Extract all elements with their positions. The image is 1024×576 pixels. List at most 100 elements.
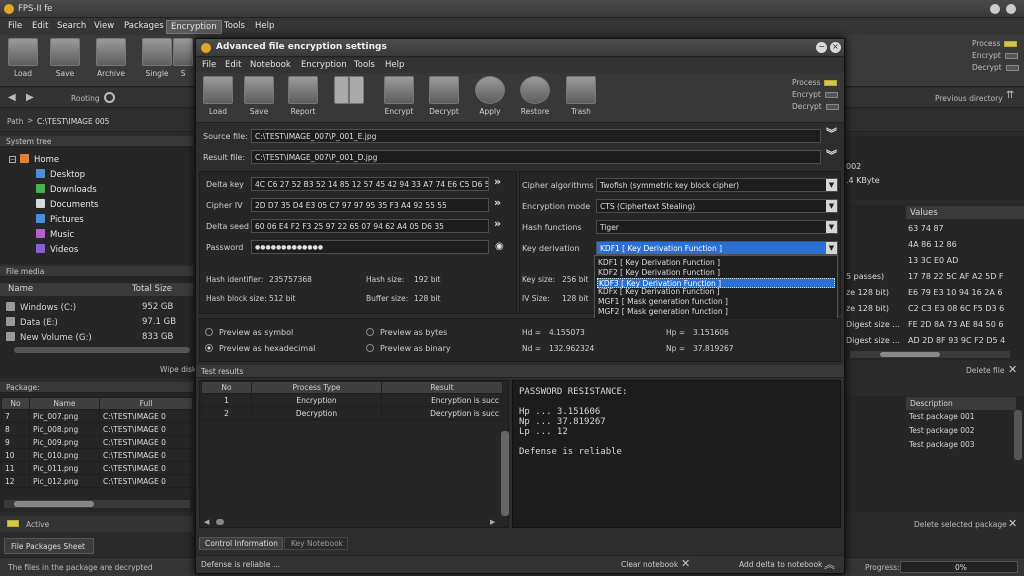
package-row[interactable]: 12Pic_012.pngC:\TEST\IMAGE 0 <box>2 475 193 488</box>
values-row[interactable]: Digest size ...FE 2D 8A 73 AE 84 50 6 <box>846 318 1012 332</box>
values-row[interactable]: 13 3C E0 AD <box>846 254 1012 268</box>
main-save-button[interactable]: Save <box>44 38 86 78</box>
dialog-menu-notebook[interactable]: Notebook <box>246 59 295 71</box>
tree-collapse-icon[interactable]: − <box>9 156 16 163</box>
cipher-iv-field[interactable]: 2D D7 35 D4 E3 05 C7 97 97 95 35 F3 A4 9… <box>251 198 489 212</box>
main-menu-packages[interactable]: Packages <box>120 20 168 32</box>
result-expand-icon[interactable]: ︾ <box>826 147 837 163</box>
test-col-no[interactable]: No <box>202 382 252 394</box>
delete-package-icon[interactable]: ✕ <box>1008 517 1017 530</box>
values-row[interactable]: 5 passes)17 78 22 5C AF A2 5D F <box>846 270 1012 284</box>
description-row[interactable]: Test package 002 <box>909 426 975 435</box>
encryption-mode-select[interactable]: CTS (Ciphertext Stealing)▼ <box>596 199 838 213</box>
result-file-field[interactable]: C:\TEST\IMAGE_007\P_001_D.jpg <box>251 150 821 164</box>
tree-item-music[interactable]: Music <box>36 229 74 240</box>
dialog-menu-encryption[interactable]: Encryption <box>297 59 351 71</box>
dialog-menu-file[interactable]: File <box>198 59 220 71</box>
tab-control-information[interactable]: Control Information <box>199 537 283 550</box>
values-row[interactable]: 63 74 87 <box>846 222 1012 236</box>
description-header[interactable]: Description <box>906 397 1016 410</box>
dialog-menu-tools[interactable]: Tools <box>350 59 379 71</box>
tree-item-home[interactable]: Home <box>20 154 59 165</box>
main-menu-view[interactable]: View <box>90 20 118 32</box>
package-row[interactable]: 8Pic_008.pngC:\TEST\IMAGE 0 <box>2 423 193 436</box>
package-row[interactable]: 9Pic_009.pngC:\TEST\IMAGE 0 <box>2 436 193 449</box>
dialog-restore-button[interactable]: Restore <box>514 76 556 116</box>
file-packages-tab[interactable]: File Packages Sheet <box>4 538 94 554</box>
key-derivation-option[interactable]: MGF1 [ Mask generation function ] <box>597 297 835 307</box>
delete-file-label[interactable]: Delete file <box>966 366 1004 375</box>
description-row[interactable]: Test package 003 <box>909 440 975 449</box>
password-field[interactable]: ●●●●●●●●●●●●● <box>251 240 489 254</box>
preview-symbol-radio[interactable]: Preview as symbol <box>205 328 293 337</box>
rooting-icon[interactable] <box>104 92 115 103</box>
key-derivation-option[interactable]: MGF2 [ Mask generation function ] <box>597 307 835 317</box>
show-password-eye-icon[interactable]: ◉ <box>495 241 504 252</box>
forward-arrow-icon[interactable]: ▶ <box>26 92 34 103</box>
package-row[interactable]: 7Pic_007.pngC:\TEST\IMAGE 0 <box>2 410 193 423</box>
preview-binary-radio[interactable]: Preview as binary <box>366 344 451 353</box>
main-menu-encryption[interactable]: Encryption <box>166 20 222 34</box>
values-scrollbar[interactable] <box>850 351 1010 358</box>
dialog-close-icon[interactable]: × <box>830 42 841 53</box>
package-row[interactable]: 11Pic_011.pngC:\TEST\IMAGE 0 <box>2 462 193 475</box>
dialog-minimize-icon[interactable]: − <box>816 42 827 53</box>
tree-item-desktop[interactable]: Desktop <box>36 169 85 180</box>
package-col-full[interactable]: Full <box>100 398 193 410</box>
tree-item-downloads[interactable]: Downloads <box>36 184 97 195</box>
key-derivation-option[interactable]: KDF1 [ Key Derivation Function ] <box>597 258 835 268</box>
test-results-vscrollbar[interactable] <box>501 431 509 516</box>
delete-package-label[interactable]: Delete selected package <box>914 520 1007 529</box>
dialog-tools-grid-button[interactable] <box>328 76 370 107</box>
main-close-icon[interactable] <box>1006 4 1016 14</box>
tab-key-notebook[interactable]: Key Notebook <box>284 537 348 550</box>
package-scrollbar[interactable] <box>4 500 190 508</box>
dialog-menu-edit[interactable]: Edit <box>221 59 245 71</box>
main-menu-tools[interactable]: Tools <box>220 20 249 32</box>
dialog-report-button[interactable]: Report <box>282 76 324 116</box>
package-col-name[interactable]: Name <box>30 398 100 410</box>
main-menu-file[interactable]: File <box>4 20 26 32</box>
media-col-size[interactable]: Total Size <box>132 284 172 294</box>
tree-item-videos[interactable]: Videos <box>36 244 78 255</box>
clear-notebook-icon[interactable]: ✕ <box>681 557 690 570</box>
source-file-field[interactable]: C:\TEST\IMAGE_007\P_001_E.jpg <box>251 129 821 143</box>
source-expand-icon[interactable]: ︾ <box>826 125 837 141</box>
hash-functions-select[interactable]: Tiger▼ <box>596 220 838 234</box>
wipe-disk-label[interactable]: Wipe disk <box>160 365 196 374</box>
back-arrow-icon[interactable]: ◀ <box>8 92 16 103</box>
key-derivation-option[interactable]: KDF3 [ Key Derivation Function ] <box>597 278 835 288</box>
media-col-name[interactable]: Name <box>8 284 33 294</box>
main-archive-button[interactable]: Archive <box>90 38 132 78</box>
main-menu-help[interactable]: Help <box>251 20 278 32</box>
dialog-menu-help[interactable]: Help <box>381 59 408 71</box>
cipher-iv-next-icon[interactable]: » <box>494 196 501 209</box>
main-s-button[interactable]: S <box>172 38 194 78</box>
key-derivation-option[interactable]: KDF2 [ Key Derivation Function ] <box>597 268 835 278</box>
key-derivation-option[interactable]: KDFx [ Key Derivation Function ] <box>597 287 835 297</box>
key-derivation-select[interactable]: KDF1 [ Key Derivation Function ]▼ <box>596 241 838 255</box>
dialog-decrypt-button[interactable]: Decrypt <box>423 76 465 116</box>
add-delta-label[interactable]: Add delta to notebook <box>739 560 822 569</box>
package-row[interactable]: 10Pic_010.pngC:\TEST\IMAGE 0 <box>2 449 193 462</box>
delta-seed-field[interactable]: 60 06 E4 F2 F3 25 97 22 65 07 94 62 A4 0… <box>251 219 489 233</box>
dialog-encrypt-button[interactable]: Encrypt <box>378 76 420 116</box>
main-minimize-icon[interactable] <box>990 4 1000 14</box>
description-scrollbar[interactable] <box>1014 410 1022 460</box>
dialog-save-button[interactable]: Save <box>238 76 280 116</box>
test-result-row[interactable]: 2DecryptionDecryption is succ <box>202 407 503 420</box>
cipher-algorithms-select[interactable]: Twofish (symmetric key block cipher)▼ <box>596 178 838 192</box>
delete-file-icon[interactable]: ✕ <box>1008 363 1017 376</box>
dialog-apply-button[interactable]: Apply <box>469 76 511 116</box>
preview-hex-radio[interactable]: Preview as hexadecimal <box>205 344 315 353</box>
dialog-load-button[interactable]: Load <box>197 76 239 116</box>
test-col-process[interactable]: Process Type <box>252 382 382 394</box>
media-scrollbar[interactable] <box>14 347 190 353</box>
tree-item-pictures[interactable]: Pictures <box>36 214 84 225</box>
test-col-result[interactable]: Result <box>382 382 503 394</box>
previous-directory-icon[interactable]: ⇈ <box>1006 90 1014 101</box>
package-col-no[interactable]: No <box>2 398 30 410</box>
delta-key-next-icon[interactable]: » <box>494 175 501 188</box>
values-row[interactable]: Digest size ...AD 2D 8F 93 9C F2 D5 4 <box>846 334 1012 348</box>
values-row[interactable]: ze 128 bit)C2 C3 E3 08 6C F5 D3 6 <box>846 302 1012 316</box>
